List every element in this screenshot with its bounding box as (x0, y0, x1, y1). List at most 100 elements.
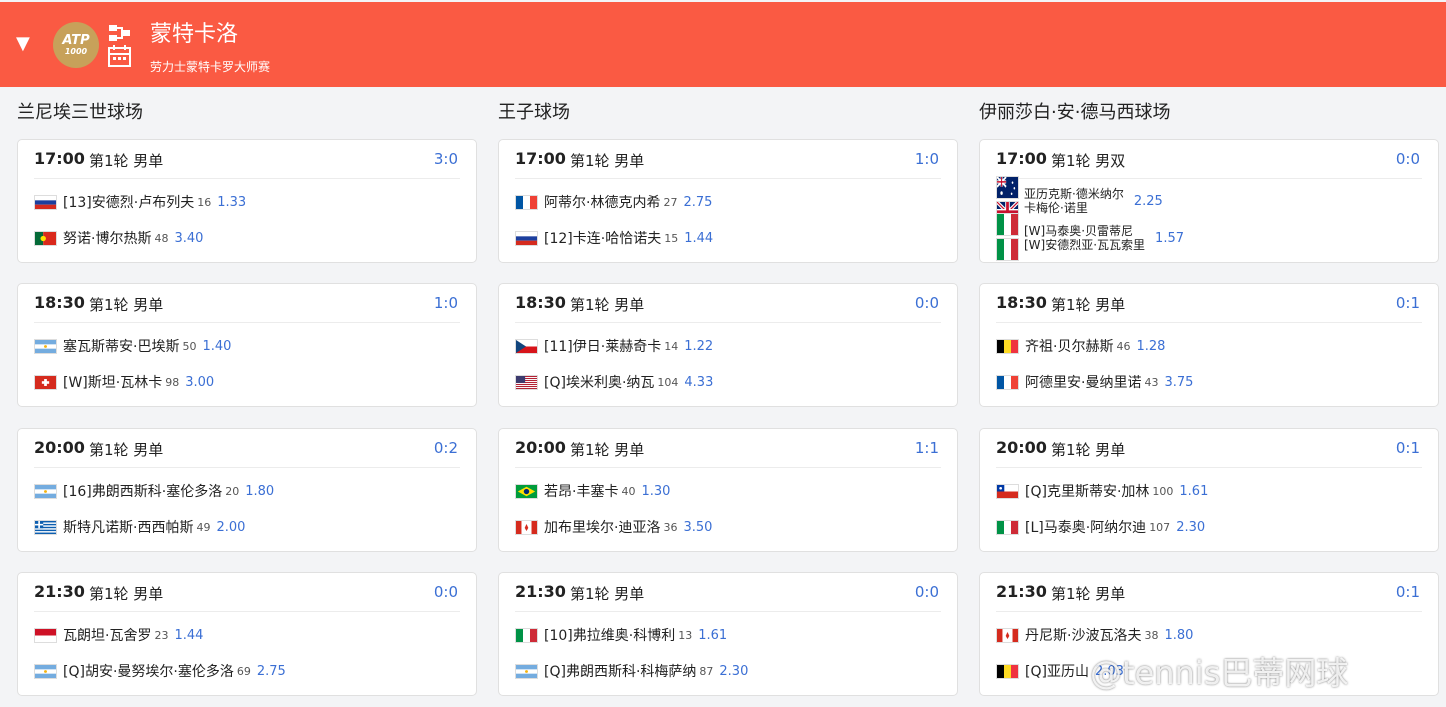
player-odds[interactable]: 1.22 (684, 339, 713, 354)
player-odds[interactable]: 3.40 (174, 231, 203, 246)
match-card[interactable]: 21:30 第1轮 男单 0:0 瓦朗坦·瓦舍罗 23 1.44 [Q]胡安·曼努埃尔·塞伦… (17, 572, 477, 696)
match-card[interactable]: 20:00 第1轮 男单 1:1 若昂·丰塞卡 40 1.30 加布里埃尔·迪亚洛 36 3.5… (498, 428, 958, 552)
player-name: [Q]亚历山 (1025, 664, 1089, 680)
match-card[interactable]: 21:30 第1轮 男单 0:0 [10]弗拉维奥·科博利 13 1.61 [Q]弗朗西斯科… (498, 572, 958, 696)
player-row[interactable]: [13]安德烈·卢布列夫 16 1.33 (34, 191, 460, 213)
player-odds[interactable]: 1.80 (245, 484, 274, 499)
team-odds[interactable]: 2.25 (1134, 194, 1163, 209)
match-card[interactable]: 17:00 第1轮 男单 3:0 [13]安德烈·卢布列夫 16 1.33 努诺·博尔热斯 4… (17, 139, 477, 263)
flag-italy-icon (515, 627, 538, 643)
match-score[interactable]: 1:0 (915, 150, 939, 168)
player-odds[interactable]: 2.03 (1095, 664, 1124, 679)
flag-france-icon (996, 374, 1019, 390)
player-row[interactable]: 齐祖·贝尔赫斯 46 1.28 (996, 335, 1422, 357)
player-row[interactable]: 塞瓦斯蒂安·巴埃斯 50 1.40 (34, 335, 460, 357)
player-row[interactable]: [10]弗拉维奥·科博利 13 1.61 (515, 624, 941, 646)
player-odds[interactable]: 2.75 (257, 664, 286, 679)
match-card[interactable]: 17:00 第1轮 男单 1:0 阿蒂尔·林德克内希 27 2.75 [12]卡连·哈恰诺夫… (498, 139, 958, 263)
doubles-team-row[interactable]: 亚历克斯·德米纳尔 卡梅伦·诺里 2.25 (996, 176, 1422, 224)
player-name: 斯特凡诺斯·西西帕斯 (63, 520, 194, 536)
match-score[interactable]: 0:0 (434, 583, 458, 601)
player-row[interactable]: [Q]胡安·曼努埃尔·塞伦多洛 69 2.75 (34, 660, 460, 682)
player-odds[interactable]: 1.61 (698, 628, 727, 643)
match-time: 18:30 (996, 293, 1047, 312)
player-row[interactable]: [Q]弗朗西斯科·科梅萨纳 87 2.30 (515, 660, 941, 682)
match-card[interactable]: 18:30 第1轮 男单 0:1 齐祖·贝尔赫斯 46 1.28 阿德里安·曼纳里诺 43 3.… (979, 283, 1439, 407)
player-odds[interactable]: 1.44 (684, 231, 713, 246)
player-row[interactable]: 努诺·博尔热斯 48 3.40 (34, 227, 460, 249)
collapse-caret-icon[interactable]: ▼ (16, 33, 30, 54)
player-odds[interactable]: 3.75 (1164, 375, 1193, 390)
draw-bracket-icon[interactable] (108, 22, 132, 68)
player-odds[interactable]: 2.75 (683, 195, 712, 210)
match-card[interactable]: 18:30 第1轮 男单 1:0 塞瓦斯蒂安·巴埃斯 50 1.40 [W]斯坦·瓦林卡 98… (17, 283, 477, 407)
match-card[interactable]: 21:30 第1轮 男单 0:1 丹尼斯·沙波瓦洛夫 38 1.80 [Q]亚历山 2.03 (979, 572, 1439, 696)
player-row[interactable]: [Q]克里斯蒂安·加林 100 1.61 (996, 480, 1422, 502)
match-time: 21:30 (996, 582, 1047, 601)
player-odds[interactable]: 2.30 (719, 664, 748, 679)
player-rank: 36 (663, 520, 678, 534)
player-row[interactable]: [W]斯坦·瓦林卡 98 3.00 (34, 371, 460, 393)
player-row[interactable]: 阿蒂尔·林德克内希 27 2.75 (515, 191, 941, 213)
match-round: 第1轮 男单 (89, 441, 164, 459)
match-score[interactable]: 0:1 (1396, 294, 1420, 312)
player-row[interactable]: 斯特凡诺斯·西西帕斯 49 2.00 (34, 516, 460, 538)
match-score[interactable]: 0:2 (434, 439, 458, 457)
tournament-title: 蒙特卡洛 (150, 22, 239, 47)
match-score[interactable]: 1:0 (434, 294, 458, 312)
player-odds[interactable]: 2.30 (1176, 520, 1205, 535)
match-round: 第1轮 男单 (89, 296, 164, 314)
logo-text-atp: ATP (62, 33, 90, 48)
match-card[interactable]: 18:30 第1轮 男单 0:0 [11]伊日·莱赫奇卡 14 1.22 [Q]埃米利奥·纳… (498, 283, 958, 407)
player-name: [Q]弗朗西斯科·科梅萨纳 (544, 664, 697, 680)
match-score[interactable]: 0:0 (915, 583, 939, 601)
player-odds[interactable]: 3.50 (683, 520, 712, 535)
player-row[interactable]: [12]卡连·哈恰诺夫 15 1.44 (515, 227, 941, 249)
flag-switzerland-icon (34, 374, 57, 390)
player-odds[interactable]: 1.30 (641, 484, 670, 499)
player-row[interactable]: 加布里埃尔·迪亚洛 36 3.50 (515, 516, 941, 538)
match-score[interactable]: 0:1 (1396, 583, 1420, 601)
doubles-team-row[interactable]: [W]马泰奥·贝雷蒂尼 [W]安德烈亚·瓦瓦索里 1.57 (996, 213, 1422, 261)
player-odds[interactable]: 1.61 (1179, 484, 1208, 499)
match-card[interactable]: 20:00 第1轮 男单 0:1 [Q]克里斯蒂安·加林 100 1.61 [L]马泰奥·阿… (979, 428, 1439, 552)
match-score[interactable]: 3:0 (434, 150, 458, 168)
match-score[interactable]: 0:0 (1396, 150, 1420, 168)
team-flags (996, 213, 1019, 263)
match-score[interactable]: 1:1 (915, 439, 939, 457)
player-row[interactable]: [Q]埃米利奥·纳瓦 104 4.33 (515, 371, 941, 393)
match-card-header: 21:30 第1轮 男单 0:0 (515, 581, 941, 612)
match-round: 第1轮 男单 (1051, 296, 1126, 314)
player-name: [13]安德烈·卢布列夫 (63, 195, 195, 211)
player-name: 阿德里安·曼纳里诺 (1025, 375, 1142, 391)
player-row[interactable]: 瓦朗坦·瓦舍罗 23 1.44 (34, 624, 460, 646)
player-row[interactable]: [16]弗朗西斯科·塞伦多洛 20 1.80 (34, 480, 460, 502)
player-row[interactable]: [Q]亚历山 2.03 (996, 660, 1422, 682)
player-name: [Q]胡安·曼努埃尔·塞伦多洛 (63, 664, 234, 680)
player-odds[interactable]: 1.80 (1164, 628, 1193, 643)
player-rank: 43 (1144, 375, 1159, 389)
match-card[interactable]: 17:00 第1轮 男双 0:0 亚历克斯·德米纳尔 卡梅伦·诺里 2.25 [W]马泰奥·… (979, 139, 1439, 263)
player-odds[interactable]: 1.44 (174, 628, 203, 643)
player-odds[interactable]: 2.00 (216, 520, 245, 535)
player-row[interactable]: 阿德里安·曼纳里诺 43 3.75 (996, 371, 1422, 393)
player-odds[interactable]: 1.28 (1136, 339, 1165, 354)
team-odds[interactable]: 1.57 (1155, 231, 1184, 246)
match-card[interactable]: 20:00 第1轮 男单 0:2 [16]弗朗西斯科·塞伦多洛 20 1.80 斯特凡诺斯·… (17, 428, 477, 552)
player-name: 努诺·博尔热斯 (63, 231, 152, 247)
player-odds[interactable]: 1.40 (202, 339, 231, 354)
player-odds[interactable]: 1.33 (217, 195, 246, 210)
player-row[interactable]: 若昂·丰塞卡 40 1.30 (515, 480, 941, 502)
player-row[interactable]: [L]马泰奥·阿纳尔迪 107 2.30 (996, 516, 1422, 538)
player-odds[interactable]: 3.00 (185, 375, 214, 390)
match-score[interactable]: 0:1 (1396, 439, 1420, 457)
player-odds[interactable]: 4.33 (684, 375, 713, 390)
player-rank: 50 (182, 339, 197, 353)
player-row[interactable]: [11]伊日·莱赫奇卡 14 1.22 (515, 335, 941, 357)
flag-portugal-icon (34, 230, 57, 246)
player-rank: 27 (663, 195, 678, 209)
player-row[interactable]: 丹尼斯·沙波瓦洛夫 38 1.80 (996, 624, 1422, 646)
match-score[interactable]: 0:0 (915, 294, 939, 312)
player-rank: 69 (236, 664, 251, 678)
player-name: 瓦朗坦·瓦舍罗 (63, 628, 152, 644)
